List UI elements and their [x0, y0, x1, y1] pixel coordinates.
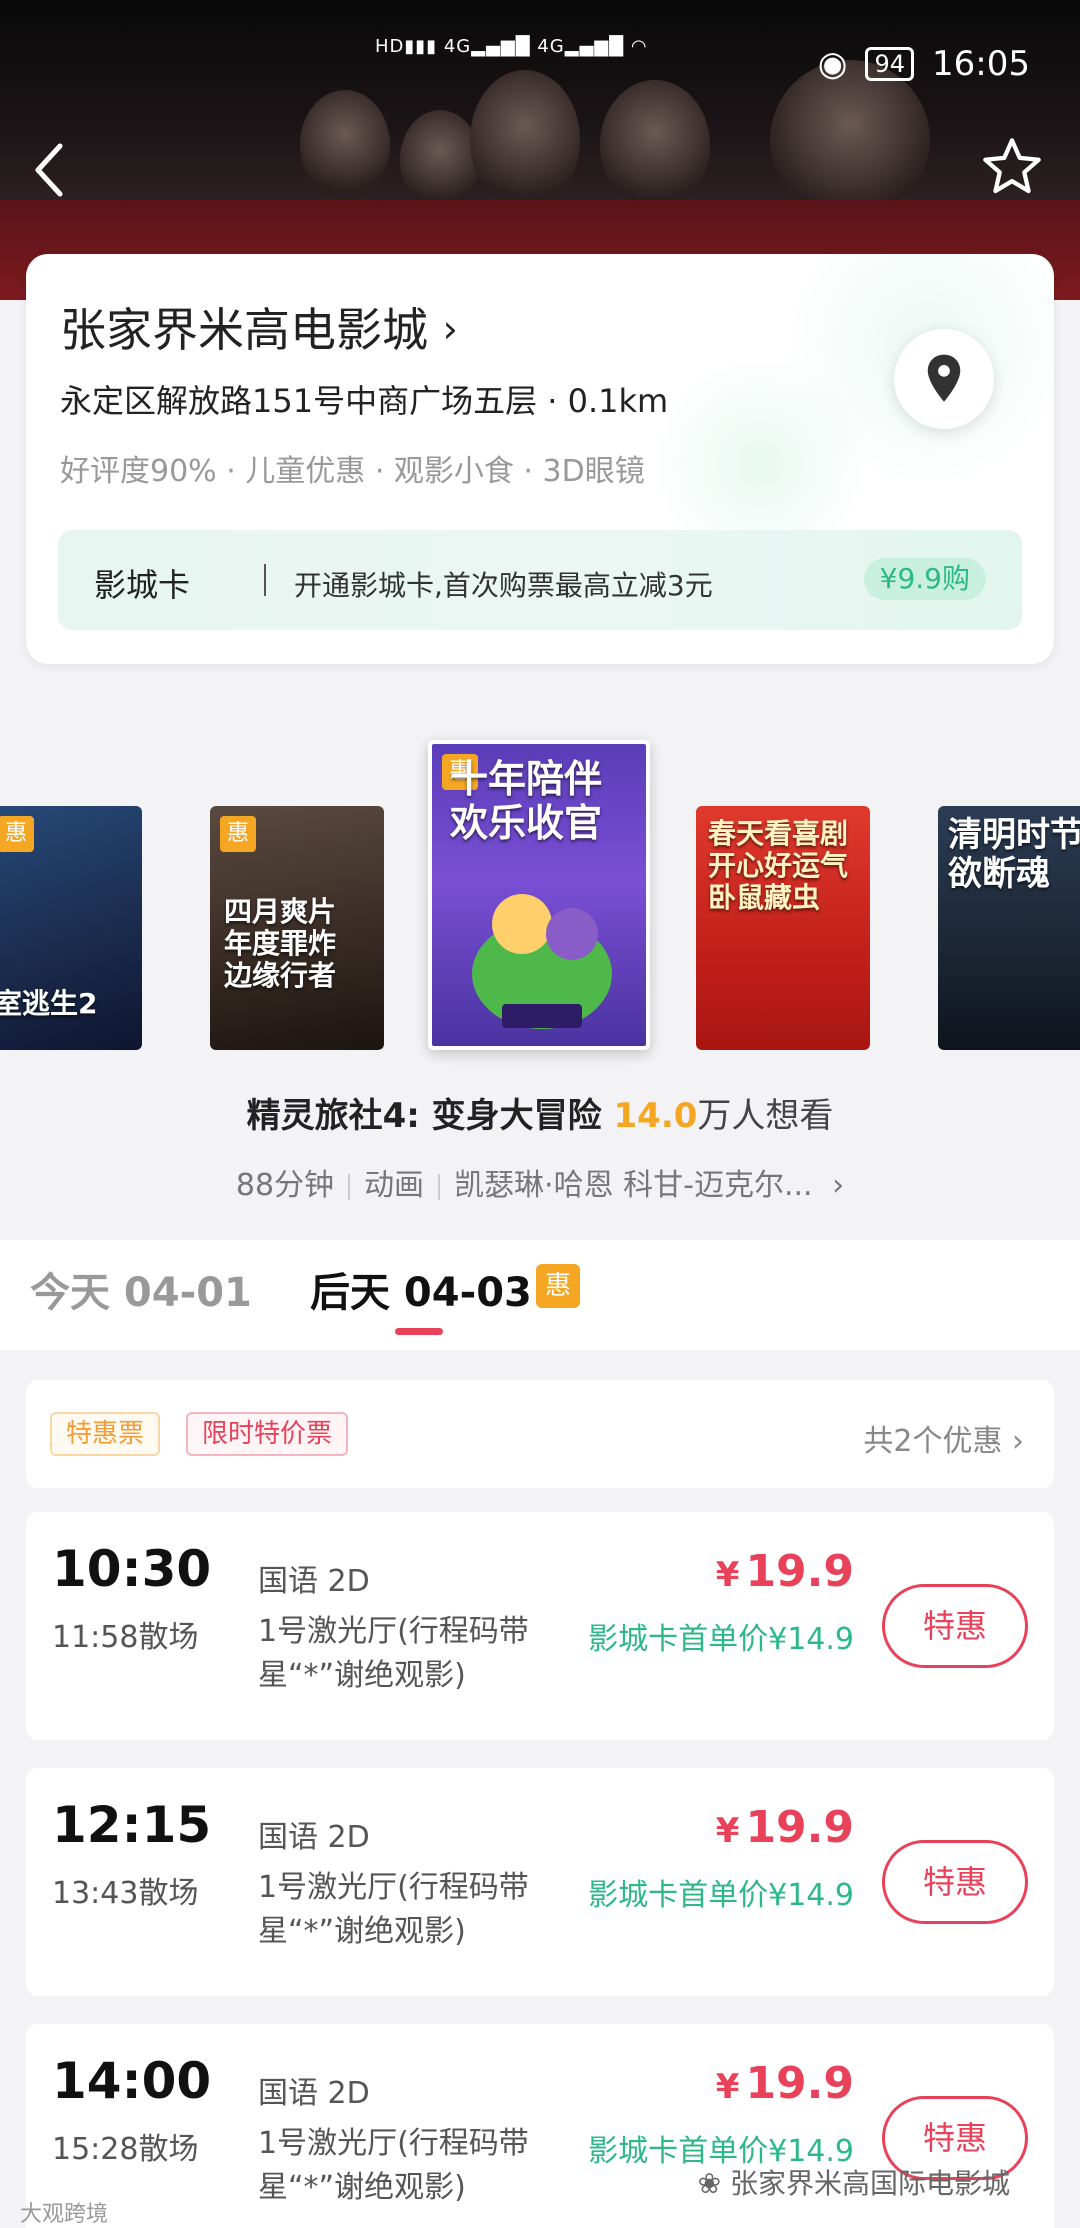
card-price: 影城卡首单价¥14.9: [588, 1622, 854, 1657]
poster-4[interactable]: 春天看喜剧 开心好运气 卧鼠藏虫: [696, 806, 870, 1050]
language-format: 国语 2D: [258, 1820, 370, 1855]
showtime-row[interactable]: 12:15 13:43散场 国语 2D 1号激光厅(行程码带星“*”谢绝观影) …: [26, 1768, 1054, 1996]
poster-art: [472, 894, 612, 1029]
cinema-address: 永定区解放路151号中商广场五层 · 0.1km: [60, 382, 669, 420]
ticket-price: ¥19.9: [715, 1802, 854, 1853]
cinema-info-card: 张家界米高电影城 › 永定区解放路151号中商广场五层 · 0.1km 好评度9…: [26, 254, 1054, 664]
hall-name: 1号激光厅(行程码带星“*”谢绝观影): [258, 1614, 529, 1693]
poster-3-selected[interactable]: 惠 十年陪伴 欢乐收官: [428, 740, 650, 1050]
language-format: 国语 2D: [258, 1564, 370, 1599]
eye-icon: ◉: [817, 44, 848, 84]
back-icon[interactable]: [30, 140, 90, 200]
ticket-price: ¥19.9: [715, 2058, 854, 2109]
ticket-price: ¥19.9: [715, 1546, 854, 1597]
tab-day-after-tomorrow[interactable]: 后天 04-03: [310, 1260, 532, 1318]
start-time: 12:15: [52, 1796, 212, 1854]
promo-tag-special: 特惠票: [50, 1412, 161, 1456]
buy-button[interactable]: 特惠: [882, 1584, 1028, 1668]
promo-count[interactable]: 共2个优惠 ›: [863, 1416, 1024, 1460]
status-bar: HD▮▮▮ 4G▂▄▆█ 4G▂▄▆█ ◠ ◉ 94 16:05: [0, 0, 1080, 100]
movie-title-line: 精灵旅社4: 变身大冒险 14.0万人想看: [0, 1088, 1080, 1137]
cinema-card-desc: 开通影城卡,首次购票最高立减3元: [294, 569, 713, 602]
cinema-name[interactable]: 张家界米高电影城 ›: [60, 294, 458, 360]
movie-duration: 88分钟: [235, 1168, 335, 1203]
movie-carousel[interactable]: 惠 室逃生2 惠 四月爽片 年度罪炸 边缘行者 惠 十年陪伴 欢乐收官 春天看喜…: [0, 740, 1080, 1060]
promo-tag-limited: 限时特价票: [186, 1412, 349, 1456]
favorite-star-icon[interactable]: [980, 135, 1050, 205]
promo-bar[interactable]: 特惠票 限时特价票 共2个优惠 ›: [26, 1380, 1054, 1488]
movie-title: 精灵旅社4: 变身大冒险: [246, 1096, 602, 1136]
movie-genre: 动画: [364, 1168, 425, 1203]
chevron-right-icon: ›: [442, 307, 458, 351]
start-time: 10:30: [52, 1540, 212, 1598]
end-time: 13:43散场: [52, 1876, 199, 1911]
end-time: 11:58散场: [52, 1620, 199, 1655]
tab-today[interactable]: 今天 04-01: [30, 1260, 252, 1318]
wechat-icon: ❀: [697, 2167, 722, 2200]
cinema-card-banner[interactable]: 影城卡 开通影城卡,首次购票最高立减3元 ¥9.9购: [58, 530, 1022, 630]
signal-icon: HD▮▮▮ 4G▂▄▆█ 4G▂▄▆█ ◠: [375, 36, 648, 57]
location-pin-icon[interactable]: [894, 329, 994, 429]
tab-indicator: [395, 1328, 443, 1335]
battery-indicator: 94: [865, 47, 915, 81]
language-format: 国语 2D: [258, 2076, 370, 2111]
chevron-right-icon: ›: [1012, 1424, 1024, 1459]
chevron-right-icon: ›: [832, 1168, 845, 1203]
discount-badge: 惠: [536, 1264, 580, 1308]
buy-button[interactable]: 特惠: [882, 1840, 1028, 1924]
date-tabs: 今天 04-01 后天 04-03 惠: [0, 1240, 1080, 1350]
end-time: 15:28散场: [52, 2132, 199, 2167]
want-count: 14.0: [613, 1096, 698, 1136]
card-price: 影城卡首单价¥14.9: [588, 1878, 854, 1913]
cinema-tags: 好评度90% · 儿童优惠 · 观影小食 · 3D眼镜: [60, 454, 645, 489]
poster-2[interactable]: 惠 四月爽片 年度罪炸 边缘行者: [210, 806, 384, 1050]
want-label: 万人想看: [697, 1096, 834, 1136]
clock: 16:05: [932, 44, 1030, 84]
movie-cast: 凯瑟琳·哈恩 科甘-迈克尔...: [454, 1168, 813, 1203]
watermark-left: 大观跨境: [20, 2202, 109, 2227]
movie-meta[interactable]: 88分钟 动画 凯瑟琳·哈恩 科甘-迈克尔... ›: [0, 1160, 1080, 1204]
cinema-card-buy-button[interactable]: ¥9.9购: [863, 558, 986, 600]
showtime-row[interactable]: 10:30 11:58散场 国语 2D 1号激光厅(行程码带星“*”谢绝观影) …: [26, 1512, 1054, 1740]
hall-name: 1号激光厅(行程码带星“*”谢绝观影): [258, 1870, 529, 1949]
hall-name: 1号激光厅(行程码带星“*”谢绝观影): [258, 2126, 529, 2205]
poster-5[interactable]: 清明时节 欲断魂: [938, 806, 1080, 1050]
watermark: ❀ 张家界米高国际电影城: [697, 2167, 1010, 2200]
cinema-card-title: 影城卡: [94, 566, 191, 604]
poster-1[interactable]: 惠 室逃生2: [0, 806, 142, 1050]
start-time: 14:00: [52, 2052, 212, 2110]
